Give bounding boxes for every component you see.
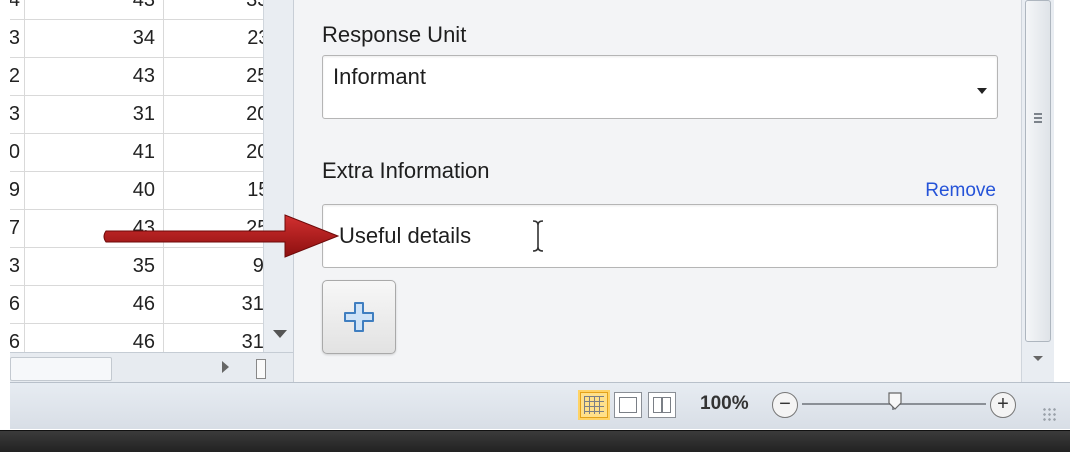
split-box[interactable] xyxy=(256,359,266,379)
cell[interactable]: 3 xyxy=(10,95,20,133)
extra-information-label: Extra Information xyxy=(322,158,490,183)
extra-information-input[interactable]: Useful details xyxy=(322,204,998,268)
table-row[interactable]: 0 41 20( xyxy=(10,133,265,172)
cell[interactable]: 31 xyxy=(60,95,155,133)
spreadsheet-grid[interactable]: 4 43 33( 3 34 23: 2 43 25( 3 31 20( 0 41… xyxy=(10,0,265,352)
column-divider xyxy=(24,0,25,352)
page-break-icon xyxy=(653,397,671,413)
text-cursor-icon xyxy=(532,220,544,252)
cell[interactable]: 25( xyxy=(210,209,265,247)
cell[interactable]: 46 xyxy=(60,323,155,352)
grid-icon xyxy=(584,396,604,414)
cell[interactable]: 20( xyxy=(210,95,265,133)
plus-icon xyxy=(344,302,374,332)
horizontal-scroll-thumb[interactable] xyxy=(10,357,112,381)
scroll-down-arrow-icon[interactable] xyxy=(273,330,287,338)
cell[interactable]: 33( xyxy=(210,0,265,19)
cell[interactable]: 23: xyxy=(210,19,265,57)
zoom-out-button[interactable]: − xyxy=(772,392,798,418)
page-layout-icon xyxy=(619,397,637,413)
cell[interactable]: 15: xyxy=(210,171,265,209)
cell[interactable]: 3 xyxy=(10,247,20,285)
cell[interactable]: 41 xyxy=(60,133,155,171)
grip-icon xyxy=(1034,113,1042,123)
normal-view-button[interactable] xyxy=(580,392,608,418)
resize-grip-icon[interactable] xyxy=(1042,407,1056,421)
response-unit-value: Informant xyxy=(333,64,426,89)
sheet-vertical-scrollbar[interactable] xyxy=(263,0,294,352)
pane-scroll-thumb[interactable] xyxy=(1025,0,1051,342)
cell[interactable]: 35 xyxy=(60,247,155,285)
cell[interactable]: 3 xyxy=(10,19,20,57)
add-button[interactable] xyxy=(322,280,396,354)
cell[interactable]: 318 xyxy=(210,285,265,323)
table-row[interactable]: 7 43 25( xyxy=(10,209,265,248)
table-row[interactable]: 3 35 98 xyxy=(10,247,265,286)
cell[interactable]: 43 xyxy=(60,57,155,95)
cell[interactable]: 43 xyxy=(60,0,155,19)
cell[interactable]: 4 xyxy=(10,0,20,19)
cell[interactable]: 46 xyxy=(60,285,155,323)
sheet-horizontal-scrollbar[interactable] xyxy=(10,352,293,383)
scroll-down-arrow-icon[interactable] xyxy=(1033,356,1043,361)
table-row[interactable]: 2 43 25( xyxy=(10,57,265,96)
cell[interactable]: 25( xyxy=(210,57,265,95)
response-unit-select[interactable]: Informant xyxy=(322,55,998,119)
page-layout-view-button[interactable] xyxy=(614,392,642,418)
extra-information-value: Useful details xyxy=(339,223,472,248)
table-row[interactable]: 3 31 20( xyxy=(10,95,265,134)
cell[interactable]: 43 xyxy=(60,209,155,247)
cell[interactable]: 34 xyxy=(60,19,155,57)
scroll-right-arrow-icon[interactable] xyxy=(222,361,229,373)
pane-vertical-scrollbar[interactable] xyxy=(1021,0,1054,382)
cell[interactable]: 318 xyxy=(210,323,265,352)
cell[interactable]: 2 xyxy=(10,57,20,95)
remove-link[interactable]: Remove xyxy=(925,180,996,202)
table-row[interactable]: 6 46 318 xyxy=(10,323,265,352)
zoom-slider-thumb[interactable] xyxy=(888,392,902,410)
cell[interactable]: 6 xyxy=(10,285,20,323)
table-row[interactable]: 9 40 15: xyxy=(10,171,265,210)
table-row[interactable]: 3 34 23: xyxy=(10,19,265,58)
cell[interactable]: 0 xyxy=(10,133,20,171)
zoom-in-button[interactable]: + xyxy=(990,392,1016,418)
table-row[interactable]: 4 43 33( xyxy=(10,0,265,20)
task-pane: Response Unit Informant Extra Informatio… xyxy=(293,0,1022,382)
cell[interactable]: 9 xyxy=(10,171,20,209)
cell[interactable]: 20( xyxy=(210,133,265,171)
table-row[interactable]: 6 46 318 xyxy=(10,285,265,324)
cell[interactable]: 6 xyxy=(10,323,20,352)
zoom-level[interactable]: 100% xyxy=(700,393,749,415)
cell[interactable]: 98 xyxy=(210,247,265,285)
chevron-down-icon[interactable] xyxy=(977,88,987,94)
cell[interactable]: 40 xyxy=(60,171,155,209)
column-divider xyxy=(163,0,164,352)
cell[interactable]: 7 xyxy=(10,209,20,247)
status-bar: 100% − + xyxy=(10,382,1070,429)
page-break-preview-button[interactable] xyxy=(648,392,676,418)
taskbar xyxy=(0,430,1070,452)
response-unit-label: Response Unit xyxy=(322,22,467,47)
